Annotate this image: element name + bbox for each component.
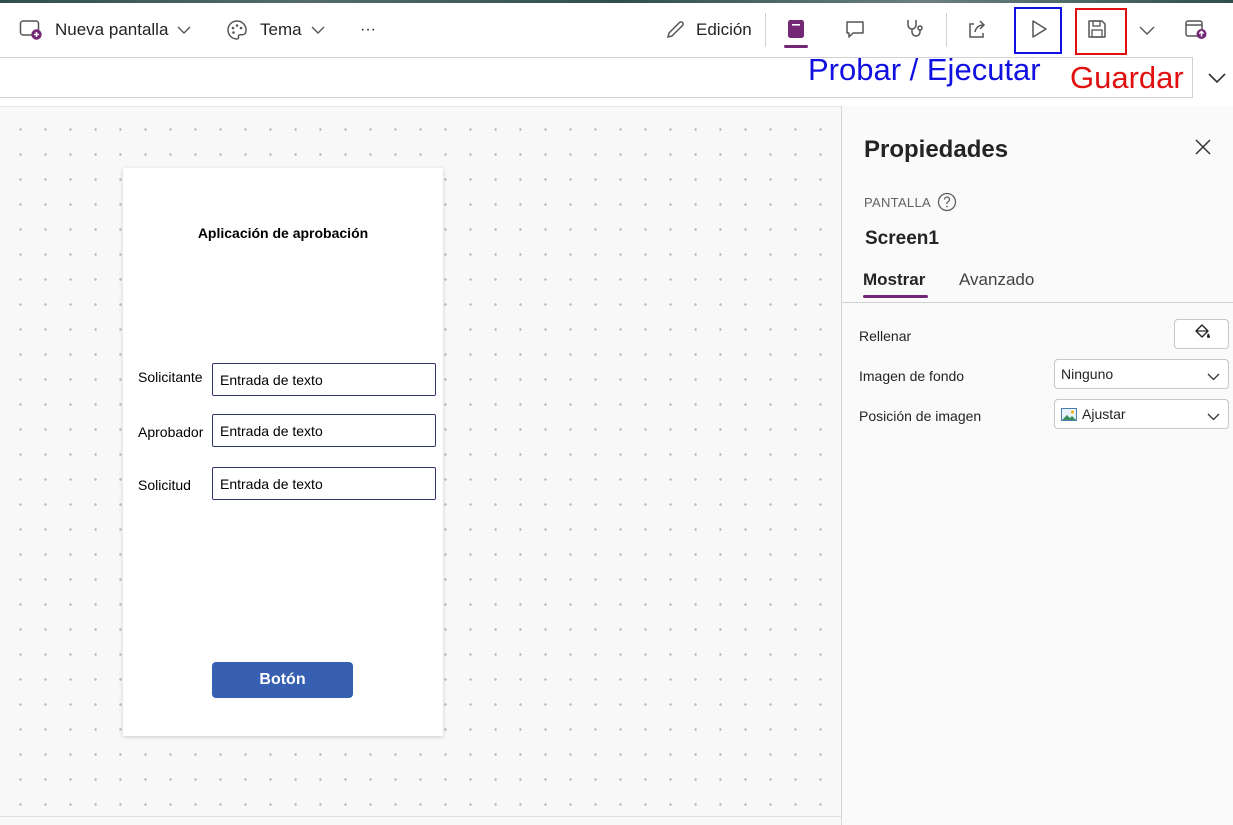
background-image-value: Ninguno — [1061, 366, 1114, 382]
chevron-down-icon — [1207, 368, 1220, 384]
new-screen-button[interactable]: Nueva pantalla — [19, 3, 191, 57]
toolbar-divider — [765, 13, 766, 47]
theme-button[interactable]: Tema — [226, 3, 325, 57]
tab-advanced[interactable]: Avanzado — [959, 270, 1034, 290]
chevron-down-icon — [1207, 408, 1220, 424]
submit-button[interactable]: Botón — [212, 662, 353, 698]
canvas-bottom-divider — [0, 816, 841, 817]
fill-color-picker[interactable] — [1174, 319, 1229, 349]
active-indicator — [784, 45, 808, 48]
formula-expand-button[interactable] — [1204, 66, 1230, 92]
image-position-label: Posición de imagen — [859, 408, 982, 424]
screen-name: Screen1 — [865, 228, 939, 249]
toolbar-divider — [946, 13, 947, 47]
section-label: PANTALLA — [864, 195, 931, 210]
app-checker-button[interactable] — [895, 11, 935, 51]
paint-bucket-icon — [1193, 323, 1211, 346]
background-image-dropdown[interactable]: Ninguno — [1054, 359, 1229, 389]
image-position-value: Ajustar — [1082, 406, 1126, 422]
palette-icon — [226, 19, 248, 41]
panel-divider — [842, 302, 1233, 303]
close-icon — [1194, 138, 1212, 161]
request-input[interactable]: Entrada de texto — [212, 467, 436, 500]
image-position-dropdown[interactable]: Ajustar — [1054, 399, 1229, 429]
chevron-down-icon — [1139, 22, 1155, 40]
more-icon: ··· — [360, 21, 376, 38]
new-screen-icon — [19, 19, 43, 41]
requester-label[interactable]: Solicitante — [138, 369, 203, 385]
share-button[interactable] — [957, 11, 997, 51]
fill-label: Rellenar — [859, 328, 912, 344]
help-icon[interactable] — [937, 192, 957, 212]
requester-input[interactable]: Entrada de texto — [212, 363, 436, 396]
run-annotation: Probar / Ejecutar — [808, 52, 1041, 87]
app-screen[interactable]: Aplicación de aprobación Solicitante Ent… — [123, 168, 443, 736]
chevron-down-icon — [1208, 70, 1226, 88]
comments-button[interactable] — [835, 11, 875, 51]
run-highlight-box — [1014, 7, 1062, 54]
screen-title[interactable]: Aplicación de aprobación — [123, 225, 443, 241]
background-image-label: Imagen de fondo — [859, 368, 965, 384]
more-button[interactable]: ··· — [360, 3, 376, 57]
approver-label[interactable]: Aprobador — [138, 424, 203, 440]
save-highlight-box — [1075, 8, 1127, 55]
close-panel-button[interactable] — [1192, 138, 1214, 160]
tab-display[interactable]: Mostrar — [863, 270, 925, 290]
properties-panel: Propiedades PANTALLA Screen1 Mostrar Ava… — [841, 106, 1233, 825]
new-screen-label: Nueva pantalla — [55, 20, 169, 39]
save-options-button[interactable] — [1127, 11, 1167, 51]
theme-label: Tema — [260, 20, 302, 39]
panel-title: Propiedades — [864, 136, 1009, 163]
save-annotation: Guardar — [1070, 60, 1184, 95]
request-label[interactable]: Solicitud — [138, 477, 191, 493]
comment-icon — [844, 18, 866, 45]
notebook-icon — [785, 18, 807, 45]
chevron-down-icon — [177, 25, 191, 35]
publish-button[interactable] — [1176, 11, 1216, 51]
publish-icon — [1184, 18, 1208, 45]
approver-input[interactable]: Entrada de texto — [212, 414, 436, 447]
pencil-icon — [664, 19, 686, 41]
edit-mode-button[interactable]: Edición — [664, 3, 752, 57]
image-icon — [1061, 407, 1077, 421]
share-icon — [966, 18, 988, 45]
edit-label: Edición — [696, 20, 752, 39]
active-tab-indicator — [863, 295, 928, 298]
chevron-down-icon — [311, 25, 325, 35]
stethoscope-icon — [904, 18, 926, 45]
